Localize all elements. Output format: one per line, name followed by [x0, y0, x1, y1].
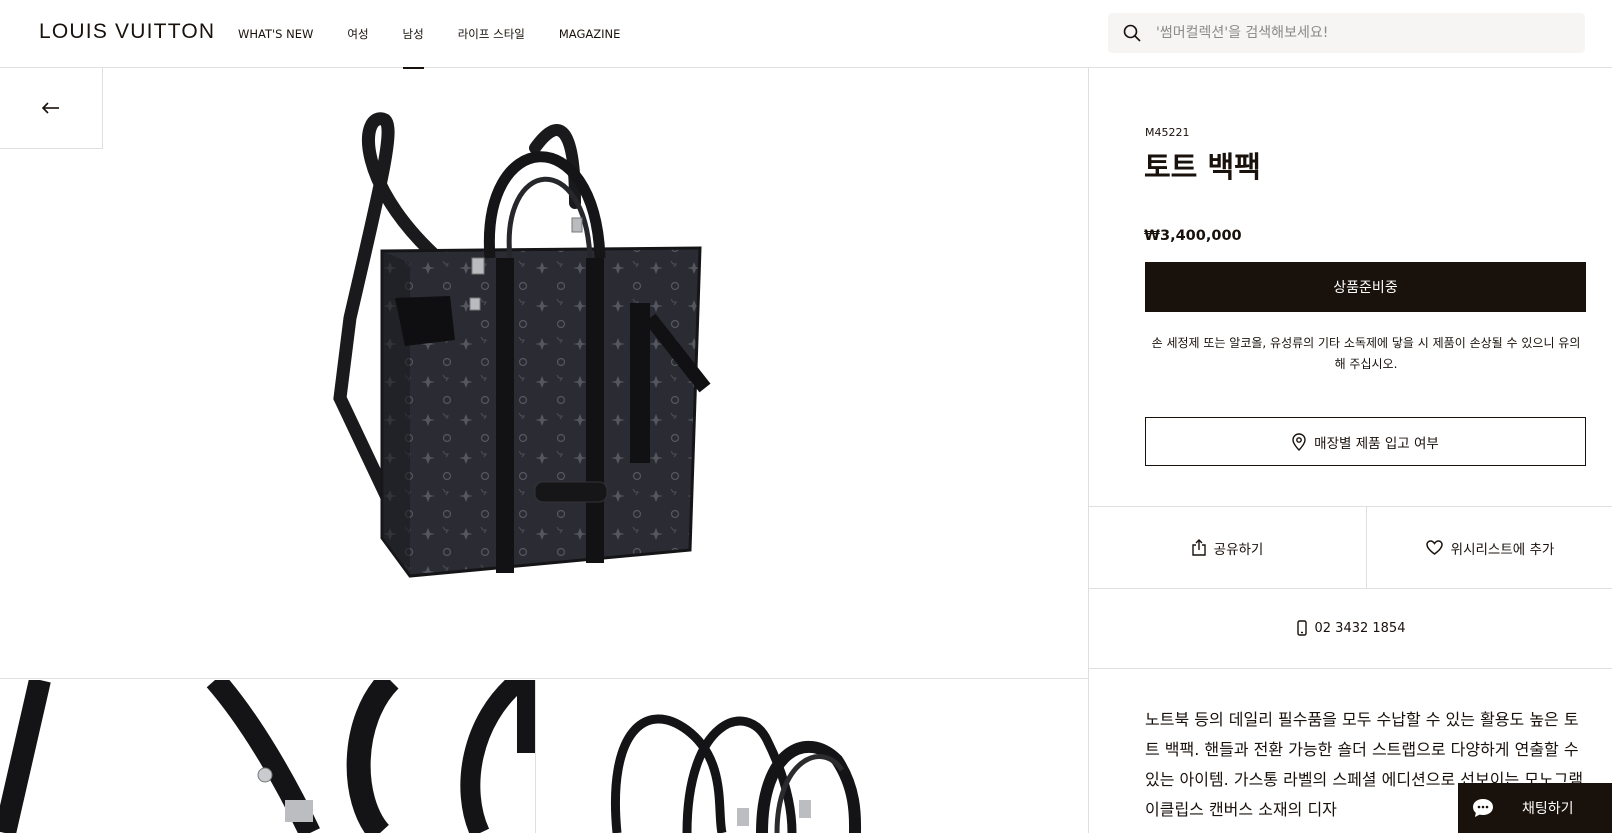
share-label: 공유하기	[1213, 541, 1264, 558]
nav-item-whats-new[interactable]: WHAT'S NEW	[238, 0, 313, 68]
search-icon	[1123, 24, 1141, 42]
nav-item-men[interactable]: 남성	[402, 0, 424, 69]
care-notice: 손 세정제 또는 알코올, 유성류의 기타 소독제에 닿을 시 제품이 손상될 …	[1151, 336, 1581, 371]
main-nav: WHAT'S NEW 여성 남성 라이프 스타일 MAGAZINE	[238, 0, 654, 69]
product-info-panel: M45221 토트 백팩 ₩3,400,000 상품준비중 손 세정제 또는 알…	[1088, 68, 1612, 833]
nav-item-lifestyle[interactable]: 라이프 스타일	[458, 0, 525, 68]
chat-label: 채팅하기	[1522, 801, 1574, 817]
product-thumbnail-2[interactable]	[537, 680, 1088, 833]
chat-button[interactable]: 채팅하기	[1458, 783, 1612, 833]
search-input[interactable]	[1156, 25, 1556, 41]
back-arrow-icon	[41, 102, 59, 114]
location-pin-icon	[1292, 432, 1306, 451]
site-header: LOUIS VUITTON WHAT'S NEW 여성 남성 라이프 스타일 M…	[0, 0, 1612, 69]
phone-number: 02 3432 1854	[1314, 620, 1406, 636]
wishlist-button[interactable]: 위시리스트에 추가	[1366, 507, 1612, 588]
product-main-image[interactable]	[0, 68, 1088, 679]
preparing-button[interactable]: 상품준비중	[1145, 262, 1586, 312]
handles-detail-image	[611, 714, 862, 833]
back-button[interactable]	[0, 68, 103, 149]
divider	[1089, 668, 1612, 669]
heart-icon	[1425, 540, 1443, 555]
product-thumbnail-1[interactable]	[0, 680, 536, 833]
nav-item-women[interactable]: 여성	[347, 0, 368, 68]
brand-logo[interactable]: LOUIS VUITTON	[39, 20, 215, 44]
phone-contact[interactable]: 02 3432 1854	[1089, 588, 1612, 668]
store-availability-button[interactable]: 매장별 제품 입고 여부	[1145, 417, 1586, 466]
search-bar[interactable]	[1108, 13, 1585, 53]
chat-icon	[1473, 799, 1493, 817]
strap-detail-image	[0, 680, 535, 833]
store-availability-label: 매장별 제품 입고 여부	[1314, 435, 1439, 452]
product-name: 토트 백팩	[1144, 150, 1261, 184]
share-button[interactable]: 공유하기	[1089, 507, 1366, 588]
share-icon	[1191, 539, 1206, 556]
product-sku: M45221	[1145, 126, 1190, 139]
backpack-image	[333, 112, 711, 578]
wishlist-label: 위시리스트에 추가	[1450, 541, 1555, 558]
product-price: ₩3,400,000	[1144, 228, 1242, 244]
nav-item-magazine[interactable]: MAGAZINE	[559, 0, 621, 68]
phone-icon	[1296, 620, 1307, 636]
